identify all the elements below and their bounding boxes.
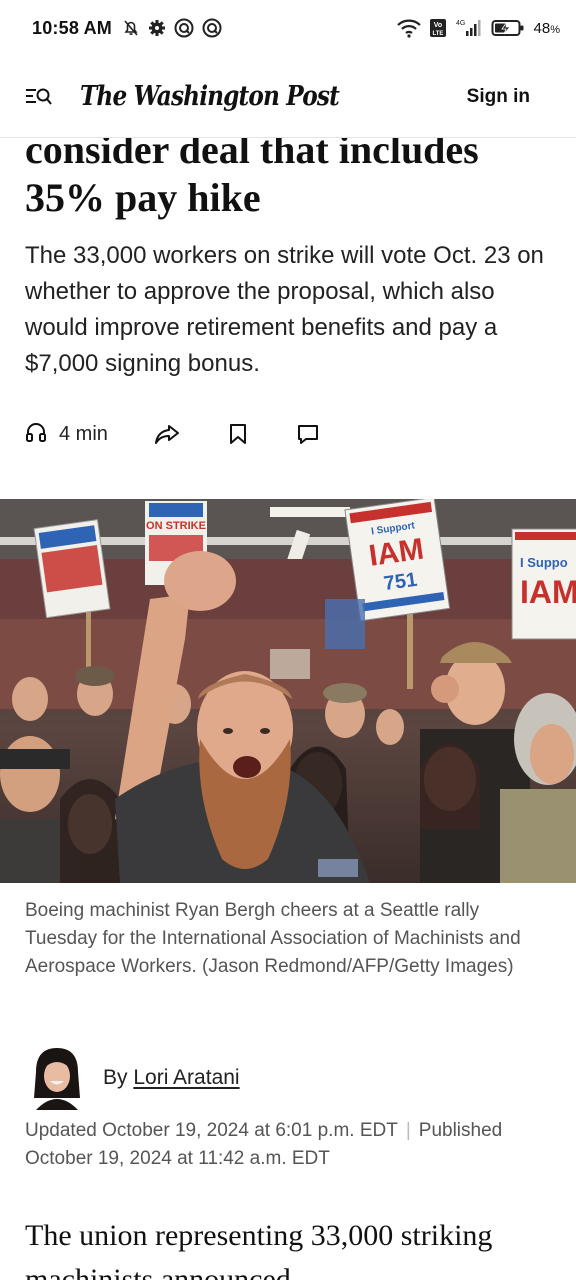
- svg-text:Vo: Vo: [433, 22, 441, 29]
- svg-text:LTE: LTE: [432, 31, 443, 37]
- timestamp-divider: |: [405, 1120, 411, 1141]
- site-logo[interactable]: The Washington Post: [80, 81, 340, 112]
- author-avatar[interactable]: [30, 1046, 84, 1110]
- cell-signal-icon: 4G: [454, 18, 484, 38]
- article-headline: consider deal that includes 35% pay hike: [25, 138, 479, 220]
- svg-text:I Suppo: I Suppo: [520, 555, 568, 570]
- body-paragraph: The union representing 33,000 striking m…: [25, 1219, 493, 1280]
- svg-text:IAM: IAM: [520, 574, 576, 610]
- app-notification-icon: [174, 18, 194, 38]
- headline-container: consider deal that includes 35% pay hike: [0, 138, 576, 228]
- bell-muted-icon: [122, 19, 140, 37]
- byline: By Lori Aratani: [103, 1066, 240, 1090]
- share-icon[interactable]: [154, 423, 180, 445]
- menu-search-icon[interactable]: [24, 79, 60, 115]
- svg-text:751: 751: [382, 569, 418, 595]
- bookmark-icon[interactable]: [228, 423, 248, 445]
- updated-timestamp: Updated October 19, 2024 at 6:01 p.m. ED…: [25, 1120, 398, 1141]
- clock: 10:58 AM: [32, 17, 112, 38]
- photo-caption: Boeing machinist Ryan Bergh cheers at a …: [25, 900, 521, 977]
- byline-prefix: By: [103, 1066, 128, 1089]
- app-notification-icon-2: [202, 18, 222, 38]
- battery-charging-icon: [491, 18, 525, 38]
- wifi-icon: [396, 18, 422, 38]
- article-dek: The 33,000 workers on strike will vote O…: [25, 242, 544, 377]
- rally-illustration: ON STRIKE I Support IAM 751 I Suppo IAM: [0, 499, 576, 883]
- network-type-label: 4G: [456, 20, 465, 27]
- gear-icon: [148, 19, 166, 37]
- battery-percent: 48%: [533, 19, 560, 37]
- article-actions: 4 min: [25, 414, 320, 454]
- article-photo: ON STRIKE I Support IAM 751 I Suppo IAM: [0, 499, 576, 883]
- comment-icon[interactable]: [296, 423, 320, 445]
- headphones-icon: [25, 421, 47, 448]
- article-body: The union representing 33,000 striking m…: [0, 1210, 576, 1280]
- listen-duration: 4 min: [59, 422, 108, 445]
- article-dates: Updated October 19, 2024 at 6:01 p.m. ED…: [25, 1117, 555, 1173]
- listen-button[interactable]: 4 min: [25, 421, 108, 448]
- on-strike-sign-text: ON STRIKE: [146, 520, 206, 532]
- author-link[interactable]: Lori Aratani: [133, 1066, 239, 1089]
- volte-icon: Vo LTE: [429, 18, 447, 38]
- site-header: The Washington Post Sign in: [0, 56, 576, 138]
- sign-in-button[interactable]: Sign in: [467, 86, 530, 108]
- status-bar: 10:58 AM Vo LTE 4G 48%: [0, 0, 576, 56]
